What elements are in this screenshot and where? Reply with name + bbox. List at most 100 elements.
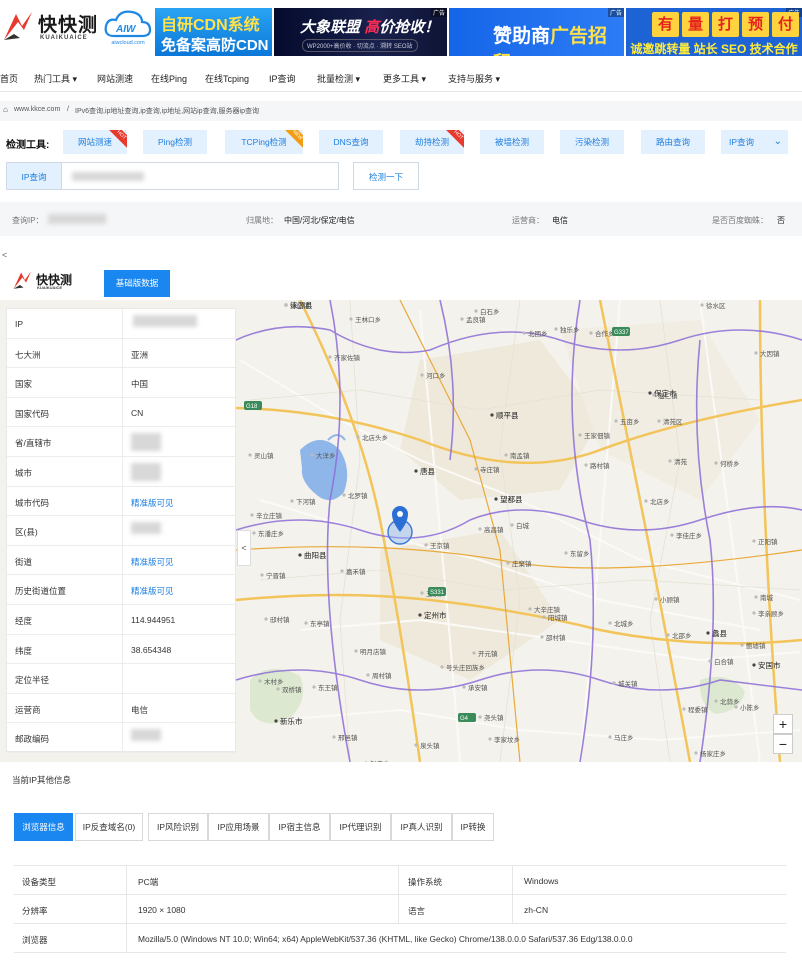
premium-link[interactable]: 精准版可见 <box>131 585 174 597</box>
nav-tcping[interactable]: 在线Tcping <box>205 72 249 85</box>
map-place-label: 明月店镇 <box>360 647 387 656</box>
resolution-value: 1920 × 1080 <box>138 905 186 915</box>
tool-button-label: 污染检测 <box>574 137 609 147</box>
zoom-in-button[interactable]: + <box>773 714 793 734</box>
map-place-dot <box>349 317 353 321</box>
info-key: 国家 <box>15 379 33 390</box>
tool-speed-test-button[interactable]: 网站测速 HOT <box>63 130 127 154</box>
nav-home[interactable]: 首页 <box>0 72 18 85</box>
nav-batch-check[interactable]: 批量检测 ▾ <box>317 72 360 85</box>
banner-sponsor-a: 赞助商 <box>493 26 551 47</box>
map-place-dot <box>264 617 268 621</box>
map-place-dot <box>290 499 294 503</box>
map-place-dot <box>752 611 756 615</box>
tool-tcping-button[interactable]: TCPing检测 NEW <box>225 130 303 154</box>
tool-route-button[interactable]: 路由查询 <box>641 130 705 154</box>
map-place-dot <box>657 419 661 423</box>
masked-value <box>131 463 161 481</box>
tab-browser-info[interactable]: 浏览器信息 <box>14 813 73 841</box>
map-place-dot <box>564 551 568 555</box>
nav-speed-test[interactable]: 网站测速 <box>97 72 133 85</box>
tab-ip-risk[interactable]: IP风险识别 <box>148 813 208 841</box>
table-row: 城市代码 精准版可见 <box>7 486 237 517</box>
map-place-label: 周村镇 <box>372 671 392 680</box>
zoom-out-button[interactable]: − <box>773 734 793 754</box>
tool-hijack-button[interactable]: 劫持检测 HOT <box>400 130 464 154</box>
premium-link[interactable]: 精准版可见 <box>131 556 174 568</box>
tool-select[interactable]: IP查询 ⌄ <box>721 130 788 154</box>
cell-divider <box>122 457 123 486</box>
map-place-dot <box>418 613 422 617</box>
collapse-panel-button[interactable]: < <box>237 530 251 566</box>
map-place-dot <box>666 633 670 637</box>
map-place-dot <box>366 673 370 677</box>
map-place-dot <box>276 687 280 691</box>
map-place-label: 邢邑镇 <box>338 733 358 742</box>
banner-sponsor[interactable]: 广告 赞助商广告招租 <box>449 8 624 56</box>
tab-ip-host[interactable]: IP宿主信息 <box>269 813 330 841</box>
tool-dns-button[interactable]: DNS查询 <box>319 130 383 154</box>
breadcrumb: ⌂ www.kkce.com / IPv6查询,ip地址查询,ip查询,ip地址… <box>0 101 802 121</box>
table-row: 纬度 38.654348 <box>7 634 237 665</box>
map-place-label: 正阳镇 <box>758 537 778 546</box>
home-icon[interactable]: ⌂ <box>3 105 8 114</box>
info-key: 国家代码 <box>15 408 50 419</box>
chevron-down-icon: ⌄ <box>773 136 782 147</box>
tool-wall-button[interactable]: 被墙检测 <box>480 130 544 154</box>
breadcrumb-site[interactable]: www.kkce.com <box>14 106 60 113</box>
map-place-dot <box>506 561 510 565</box>
nav-support[interactable]: 支持与服务 ▾ <box>448 72 500 85</box>
map-place-label: 杨家庄乡 <box>700 749 726 758</box>
tool-button-label: TCPing检测 <box>241 137 287 147</box>
svg-text:AIW: AIW <box>115 24 137 35</box>
banner-cdn[interactable]: 自研CDN系统 免备案高防CDN <box>155 8 272 56</box>
partner-logo-url: aiwcloud.com <box>111 40 145 46</box>
map-place-dot <box>668 459 672 463</box>
map-place-dot <box>608 621 612 625</box>
map-place-label: 南孟镇 <box>510 451 530 460</box>
map-place-label: 东王镇 <box>318 683 338 692</box>
info-value: CN <box>131 407 144 418</box>
check-button[interactable]: 检测一下 <box>353 162 419 190</box>
info-key: 定位半径 <box>15 675 50 686</box>
tab-ip-human[interactable]: IP真人识别 <box>391 813 452 841</box>
info-key: 经度 <box>15 616 33 626</box>
map-place-label: 庄窠镇 <box>512 559 532 568</box>
location-label: 归属地： <box>246 216 278 225</box>
nav-hot-tools[interactable]: 热门工具 ▾ <box>34 72 77 85</box>
map-place-dot <box>694 751 698 755</box>
map-place-dot <box>754 351 758 355</box>
partner-logo[interactable]: AIW aiwcloud.com <box>102 8 154 50</box>
table-row: IP <box>7 309 237 339</box>
map-place-label: 开元镇 <box>478 649 498 658</box>
language-label: 语言 <box>408 906 426 916</box>
nav-ping[interactable]: 在线Ping <box>151 72 187 85</box>
banner-daxiang[interactable]: 广告 大象联盟 高价抢收！ WP2000+高价收 · 切流点 · 溯转 SEO站 <box>274 8 447 56</box>
nav-ip-query[interactable]: IP查询 <box>269 72 296 85</box>
banner-prepay[interactable]: 广告 有 量 打 预 付 诚邀跳转量 站长 SEO 技术合作 <box>626 8 802 56</box>
info-key: 省/直辖市 <box>15 438 52 449</box>
tab-reverse-domain[interactable]: IP反查域名(0) <box>75 813 143 841</box>
map-place-label: 北罗镇 <box>348 491 368 500</box>
breadcrumb-separator: / <box>67 106 69 113</box>
cell-divider <box>126 866 127 894</box>
nav-more-tools[interactable]: 更多工具 ▾ <box>383 72 426 85</box>
prev-arrow[interactable]: < <box>2 250 7 260</box>
tab-basic-data[interactable]: 基础版数据 <box>104 270 170 297</box>
kuaikuaice-logo-icon <box>13 271 32 289</box>
tool-button-label: Ping检测 <box>157 137 192 147</box>
tool-ping-button[interactable]: Ping检测 <box>143 130 207 154</box>
map-place-dot <box>424 543 428 547</box>
tab-ip-convert[interactable]: IP转换 <box>452 813 494 841</box>
tab-ip-scenario[interactable]: IP应用场景 <box>208 813 269 841</box>
map-place-dot <box>708 659 712 663</box>
map-place-dot <box>420 373 424 377</box>
site-logo[interactable]: 快快测 KUAIKUAICE <box>2 8 98 48</box>
device-type-value: PC端 <box>138 877 159 887</box>
table-row: 运营商 电信 <box>7 693 237 724</box>
tool-pollution-button[interactable]: 污染检测 <box>560 130 624 154</box>
tab-ip-proxy[interactable]: IP代理识别 <box>330 813 391 841</box>
map-place-label: 徐庄镇 <box>290 301 310 310</box>
premium-link[interactable]: 精准版可见 <box>131 497 174 509</box>
map-place-label: 安国市 <box>758 660 781 670</box>
